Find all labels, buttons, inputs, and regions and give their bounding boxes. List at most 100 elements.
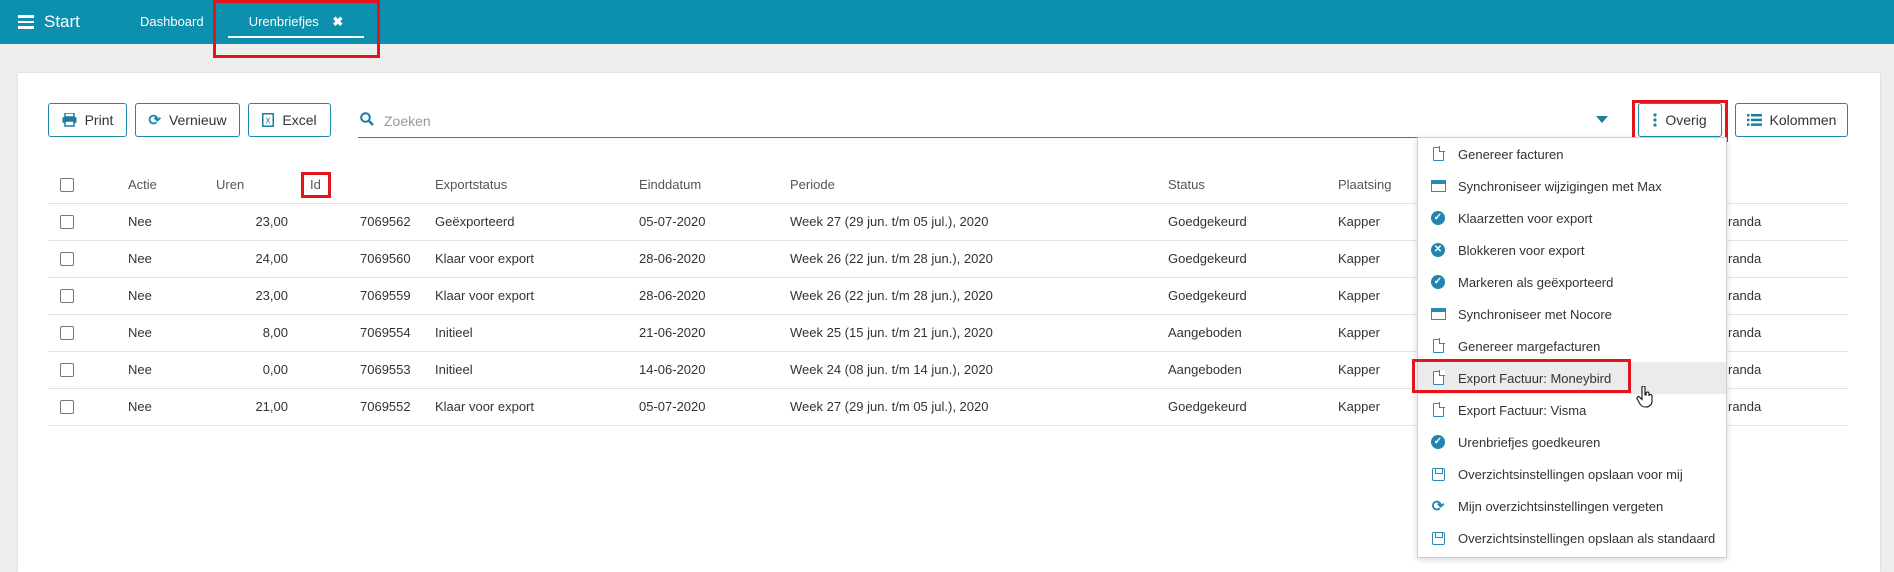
menu-item-genereer-facturen[interactable]: Genereer facturen — [1418, 138, 1726, 170]
cell-periode: Week 24 (08 jun. t/m 14 jun.), 2020 — [790, 362, 993, 377]
svg-text:X: X — [266, 117, 272, 126]
menu-item-instellingen-vergeten[interactable]: ⟳ Mijn overzichtsinstellingen vergeten — [1418, 490, 1726, 522]
list-icon — [1746, 114, 1762, 126]
table-icon — [1430, 308, 1446, 320]
column-header-uren[interactable]: Uren — [216, 177, 244, 192]
row-checkbox[interactable] — [60, 363, 74, 377]
start-label: Start — [44, 12, 80, 31]
cell-periode: Week 27 (29 jun. t/m 05 jul.), 2020 — [790, 399, 989, 414]
cell-exportstatus: Klaar voor export — [435, 251, 534, 266]
start-menu-button[interactable]: Start — [18, 12, 80, 32]
cell-periode: Week 27 (29 jun. t/m 05 jul.), 2020 — [790, 214, 989, 229]
menu-item-label: Genereer margefacturen — [1458, 338, 1601, 354]
cell-uren: 24,00 — [255, 251, 288, 266]
cell-periode: Week 25 (15 jun. t/m 21 jun.), 2020 — [790, 325, 993, 340]
print-button[interactable]: Print — [48, 103, 127, 137]
cell-extra: randa — [1728, 362, 1762, 377]
column-header-status[interactable]: Status — [1168, 177, 1205, 192]
menu-item-urenbriefjes-goedkeuren[interactable]: ✓ Urenbriefjes goedkeuren — [1418, 426, 1726, 458]
cell-plaatsing: Kapper — [1338, 362, 1380, 377]
cell-exportstatus: Klaar voor export — [435, 399, 534, 414]
menu-item-label: Blokkeren voor export — [1458, 242, 1585, 258]
cell-uren: 23,00 — [255, 214, 288, 229]
cell-actie: Nee — [128, 362, 152, 377]
cell-actie: Nee — [128, 251, 152, 266]
menu-item-opslaan-voor-mij[interactable]: Overzichtsinstellingen opslaan voor mij — [1418, 458, 1726, 490]
excel-label: Excel — [282, 112, 317, 128]
refresh-icon: ⟳ — [1431, 498, 1445, 515]
cell-einddatum: 21-06-2020 — [639, 325, 706, 340]
chevron-down-icon[interactable] — [1596, 116, 1608, 123]
highlight-box-tab — [213, 0, 380, 58]
search-placeholder: Zoeken — [384, 112, 431, 129]
cell-uren: 8,00 — [262, 325, 288, 340]
tab-dashboard[interactable]: Dashboard — [140, 0, 204, 44]
excel-button[interactable]: X Excel — [248, 103, 331, 137]
document-icon — [1430, 402, 1446, 417]
menu-item-synchroniseer-max[interactable]: Synchroniseer wijzigingen met Max — [1418, 170, 1726, 202]
row-checkbox[interactable] — [60, 400, 74, 414]
search-icon — [360, 112, 376, 129]
cell-status: Goedgekeurd — [1168, 214, 1247, 229]
menu-item-label: Synchroniseer met Nocore — [1458, 306, 1612, 322]
check-circle-icon: ✓ — [1430, 211, 1446, 225]
cell-einddatum: 05-07-2020 — [639, 399, 706, 414]
select-all-checkbox[interactable] — [60, 178, 74, 192]
menu-item-opslaan-standaard[interactable]: Overzichtsinstellingen opslaan als stand… — [1418, 522, 1726, 554]
row-checkbox[interactable] — [60, 289, 74, 303]
menu-item-label: Genereer facturen — [1458, 146, 1564, 162]
cell-extra: randa — [1728, 325, 1762, 340]
save-icon — [1430, 531, 1446, 545]
menu-item-blokkeren-export[interactable]: ✕ Blokkeren voor export — [1418, 234, 1726, 266]
cell-extra: randa — [1728, 288, 1762, 303]
cell-exportstatus: Initieel — [435, 325, 473, 340]
menu-item-genereer-margefacturen[interactable]: Genereer margefacturen — [1418, 330, 1726, 362]
column-header-plaatsing[interactable]: Plaatsing — [1338, 177, 1391, 192]
cell-id: 7069559 — [360, 288, 411, 303]
cell-einddatum: 28-06-2020 — [639, 288, 706, 303]
menu-item-label: Synchroniseer wijzigingen met Max — [1458, 178, 1662, 194]
cell-uren: 23,00 — [255, 288, 288, 303]
print-label: Print — [84, 112, 114, 128]
cell-extra: randa — [1728, 251, 1762, 266]
menu-item-label: Overzichtsinstellingen opslaan als stand… — [1458, 530, 1716, 546]
highlight-box-id — [301, 172, 331, 198]
search-input[interactable]: Zoeken — [358, 104, 1608, 138]
menu-item-export-visma[interactable]: Export Factuur: Visma — [1418, 394, 1726, 426]
cell-actie: Nee — [128, 214, 152, 229]
tab-dashboard-label: Dashboard — [140, 14, 204, 29]
row-checkbox[interactable] — [60, 252, 74, 266]
cell-id: 7069554 — [360, 325, 411, 340]
column-header-exportstatus[interactable]: Exportstatus — [435, 177, 507, 192]
column-header-periode[interactable]: Periode — [790, 177, 835, 192]
cell-einddatum: 05-07-2020 — [639, 214, 706, 229]
row-checkbox[interactable] — [60, 326, 74, 340]
cell-plaatsing: Kapper — [1338, 251, 1380, 266]
cell-extra: randa — [1728, 214, 1762, 229]
cell-periode: Week 26 (22 jun. t/m 28 jun.), 2020 — [790, 288, 993, 303]
cell-status: Goedgekeurd — [1168, 251, 1247, 266]
table-icon — [1430, 180, 1446, 192]
hand-cursor-icon — [1636, 385, 1654, 411]
menu-item-label: Markeren als geëxporteerd — [1458, 274, 1614, 290]
cell-status: Goedgekeurd — [1168, 399, 1247, 414]
excel-icon: X — [262, 113, 275, 127]
printer-icon — [62, 113, 77, 127]
menu-item-label: Overzichtsinstellingen opslaan voor mij — [1458, 466, 1683, 482]
kolommen-button[interactable]: Kolommen — [1735, 103, 1848, 137]
x-circle-icon: ✕ — [1430, 243, 1446, 257]
highlight-box-moneybird — [1412, 359, 1631, 393]
refresh-button[interactable]: ⟳ Vernieuw — [135, 103, 240, 137]
cell-id: 7069553 — [360, 362, 411, 377]
cell-actie: Nee — [128, 325, 152, 340]
column-header-einddatum[interactable]: Einddatum — [639, 177, 701, 192]
cell-extra: randa — [1728, 399, 1762, 414]
menu-item-markeren-geexporteerd[interactable]: ✓ Markeren als geëxporteerd — [1418, 266, 1726, 298]
refresh-icon: ⟳ — [148, 112, 161, 129]
menu-item-label: Export Factuur: Visma — [1458, 402, 1587, 418]
row-checkbox[interactable] — [60, 215, 74, 229]
cell-actie: Nee — [128, 288, 152, 303]
menu-item-klaarzetten-export[interactable]: ✓ Klaarzetten voor export — [1418, 202, 1726, 234]
menu-item-synchroniseer-nocore[interactable]: Synchroniseer met Nocore — [1418, 298, 1726, 330]
column-header-actie[interactable]: Actie — [128, 177, 157, 192]
